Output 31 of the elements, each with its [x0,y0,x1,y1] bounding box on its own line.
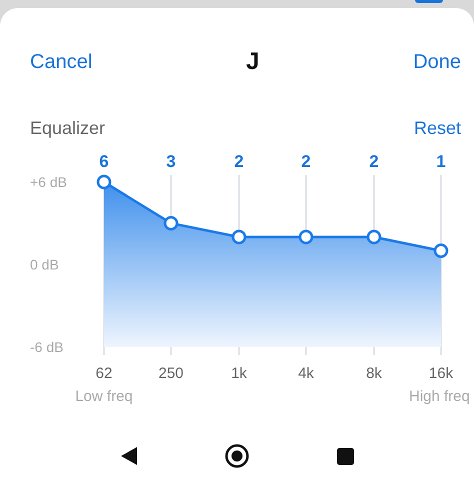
band-gain-label: 6 [99,152,109,171]
data-point[interactable] [232,230,246,244]
band-gain-label: 2 [369,152,379,171]
data-point[interactable] [96,174,112,190]
x-tick-label: 250 [158,365,184,382]
x-tick-label: 62 [96,365,112,382]
band-gain-label: 2 [234,152,244,171]
y-tick-label: -6 dB [30,339,64,355]
y-tick-label: +6 dB [30,174,67,190]
band-gain-label: 1 [436,152,446,171]
y-tick-label: 0 dB [30,256,59,272]
overview-icon[interactable] [336,448,354,464]
x-tick-label: 16k [428,365,454,382]
x-tick-label: 4k [298,365,314,382]
sheet-title: J [246,48,260,76]
high-freq-label: High freq [409,388,470,405]
back-icon[interactable] [120,447,136,465]
reset-button[interactable]: Reset [414,118,461,138]
home-icon[interactable] [224,444,248,468]
done-button[interactable]: Done [413,50,461,74]
data-point[interactable] [164,216,178,230]
data-point[interactable] [298,230,314,244]
cancel-button[interactable]: Cancel [30,50,92,74]
x-tick-label: 1k [231,365,247,382]
data-point[interactable] [366,230,382,244]
band-gain-label: 2 [301,152,311,171]
x-tick-label: 8k [366,365,382,382]
band-gain-label: 3 [166,152,176,171]
low-freq-label: Low freq [75,388,133,405]
data-point[interactable] [434,244,448,258]
equalizer-label: Equalizer [30,118,106,138]
